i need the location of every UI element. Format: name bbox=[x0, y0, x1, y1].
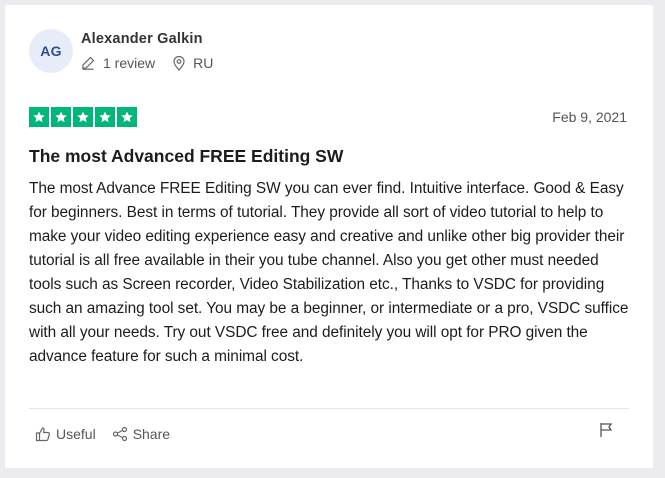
report-button[interactable] bbox=[599, 422, 613, 443]
pencil-icon bbox=[82, 56, 95, 70]
share-label: Share bbox=[132, 426, 171, 442]
star-icon bbox=[77, 111, 89, 123]
star-icon bbox=[33, 111, 45, 123]
author-meta: 1 review RU bbox=[81, 55, 231, 71]
share-icon bbox=[112, 426, 127, 442]
author-name[interactable]: Alexander Galkin bbox=[81, 31, 231, 47]
review-card: AG Alexander Galkin 1 review RU Feb 9, 2… bbox=[5, 5, 653, 468]
country-code: RU bbox=[193, 55, 214, 71]
star-5 bbox=[117, 107, 137, 127]
location-pin-icon bbox=[173, 55, 185, 71]
star-2 bbox=[51, 107, 71, 127]
review-body: The most Advance FREE Editing SW you can… bbox=[29, 180, 629, 365]
star-icon bbox=[121, 111, 133, 123]
useful-button[interactable]: Useful bbox=[35, 426, 96, 442]
star-icon bbox=[55, 111, 67, 123]
flag-icon bbox=[600, 423, 613, 437]
review-actions: Useful Share bbox=[35, 426, 186, 442]
star-4 bbox=[95, 107, 115, 127]
share-button[interactable]: Share bbox=[112, 426, 170, 442]
author-info: Alexander Galkin 1 review RU bbox=[81, 31, 231, 71]
star-rating bbox=[29, 107, 139, 127]
star-icon bbox=[99, 111, 111, 123]
review-date: Feb 9, 2021 bbox=[552, 109, 627, 125]
star-3 bbox=[73, 107, 93, 127]
useful-label: Useful bbox=[56, 426, 96, 442]
thumbs-up-icon bbox=[35, 427, 50, 442]
star-1 bbox=[29, 107, 49, 127]
author-location: RU bbox=[173, 55, 213, 71]
review-title[interactable]: The most Advanced FREE Editing SW bbox=[29, 146, 343, 167]
review-header: AG Alexander Galkin 1 review RU bbox=[29, 29, 231, 73]
review-count-text: 1 review bbox=[103, 55, 156, 71]
divider bbox=[29, 408, 629, 409]
review-count: 1 review bbox=[81, 55, 155, 71]
avatar[interactable]: AG bbox=[29, 29, 73, 73]
